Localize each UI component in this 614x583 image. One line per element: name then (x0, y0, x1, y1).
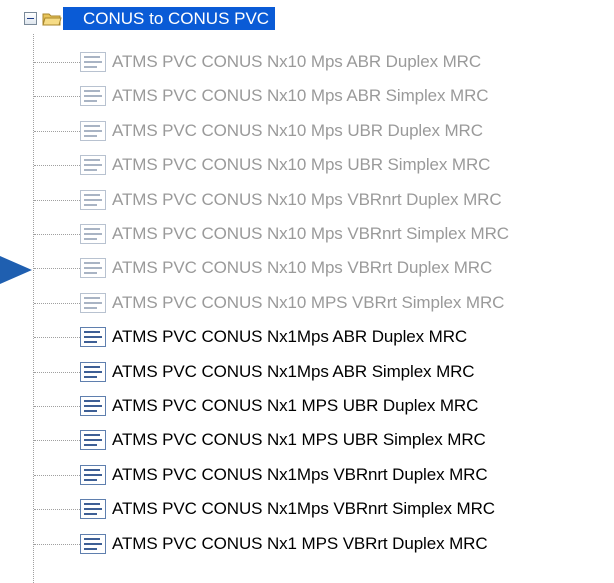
document-list-icon (80, 155, 106, 176)
tree-item-label[interactable]: ATMS PVC CONUS Nx10 MPS VBRrt Simplex MR… (112, 286, 504, 320)
document-list-icon (80, 533, 106, 554)
tree-branch-line (34, 96, 80, 98)
document-list-icon (80, 120, 106, 141)
tree-branch-line (34, 371, 80, 373)
tree-item-label[interactable]: ATMS PVC CONUS Nx1Mps VBRnrt Duplex MRC (112, 458, 488, 492)
tree-item-label[interactable]: ATMS PVC CONUS Nx10 Mps UBR Simplex MRC (112, 148, 490, 182)
tree-item-6[interactable]: ATMS PVC CONUS Nx10 Mps VBRnrt Simplex M… (0, 217, 614, 251)
tree-branch-line (34, 406, 80, 407)
document-list-icon (80, 86, 106, 107)
tree-branch-line (34, 165, 80, 167)
tree-item-label[interactable]: ATMS PVC CONUS Nx10 Mps ABR Duplex MRC (112, 45, 481, 79)
tree-branch-line (34, 509, 80, 511)
tree-branch-line (34, 268, 80, 270)
tree-item-label[interactable]: ATMS PVC CONUS Nx1 MPS UBR Simplex MRC (112, 423, 486, 457)
tree-branch-line (34, 62, 80, 63)
tree-item-13[interactable]: ATMS PVC CONUS Nx1Mps VBRnrt Duplex MRC (0, 458, 614, 492)
tree-branch-line (34, 440, 80, 442)
document-list-icon (80, 327, 106, 348)
document-list-icon (80, 430, 106, 451)
tree-item-2[interactable]: ATMS PVC CONUS Nx10 Mps ABR Simplex MRC (0, 79, 614, 113)
tree-branch-line (34, 234, 80, 235)
tree-item-label[interactable]: ATMS PVC CONUS Nx10 Mps VBRnrt Simplex M… (112, 217, 509, 251)
tree-item-1[interactable]: ATMS PVC CONUS Nx10 Mps ABR Duplex MRC (0, 45, 614, 79)
tree-item-label[interactable]: ATMS PVC CONUS Nx10 Mps VBRrt Duplex MRC (112, 251, 492, 285)
tree-item-label[interactable]: ATMS PVC CONUS Nx10 Mps VBRnrt Duplex MR… (112, 183, 502, 217)
open-folder-icon (42, 13, 62, 26)
tree-item-4[interactable]: ATMS PVC CONUS Nx10 Mps UBR Simplex MRC (0, 148, 614, 182)
tree-item-10[interactable]: ATMS PVC CONUS Nx1Mps ABR Simplex MRC (0, 355, 614, 389)
tree-item-9[interactable]: ATMS PVC CONUS Nx1Mps ABR Duplex MRC (0, 320, 614, 354)
tree-branch-line (34, 337, 80, 339)
document-list-icon (80, 189, 106, 210)
tree-item-15[interactable]: ATMS PVC CONUS Nx1 MPS VBRrt Duplex MRC (0, 527, 614, 561)
tree-node-root[interactable]: CONUS to CONUS PVC (0, 0, 614, 34)
document-list-icon (80, 52, 106, 72)
minus-box-icon[interactable] (24, 12, 37, 25)
tree-item-14[interactable]: ATMS PVC CONUS Nx1Mps VBRnrt Simplex MRC (0, 492, 614, 526)
tree-item-11[interactable]: ATMS PVC CONUS Nx1 MPS UBR Duplex MRC (0, 389, 614, 423)
document-list-icon (80, 292, 106, 313)
tree-item-12[interactable]: ATMS PVC CONUS Nx1 MPS UBR Simplex MRC (0, 423, 614, 457)
tree-item-5[interactable]: ATMS PVC CONUS Nx10 Mps VBRnrt Duplex MR… (0, 183, 614, 217)
document-list-icon (80, 499, 106, 520)
tree-item-label[interactable]: ATMS PVC CONUS Nx1 MPS VBRrt Duplex MRC (112, 527, 488, 561)
document-list-icon (80, 396, 106, 416)
tree-item-8[interactable]: ATMS PVC CONUS Nx10 MPS VBRrt Simplex MR… (0, 286, 614, 320)
document-list-icon (80, 258, 106, 279)
tree-branch-line (34, 130, 80, 132)
tree-node-root-label[interactable]: CONUS to CONUS PVC (63, 7, 276, 30)
tree-item-label[interactable]: ATMS PVC CONUS Nx1Mps ABR Duplex MRC (112, 320, 467, 354)
tree-branch-line (34, 199, 80, 201)
tree-item-7[interactable]: ATMS PVC CONUS Nx10 Mps VBRrt Duplex MRC (0, 251, 614, 285)
tree-item-label[interactable]: ATMS PVC CONUS Nx1Mps VBRnrt Simplex MRC (112, 492, 495, 526)
tree-item-label[interactable]: ATMS PVC CONUS Nx10 Mps UBR Duplex MRC (112, 114, 483, 148)
tree-item-3[interactable]: ATMS PVC CONUS Nx10 Mps UBR Duplex MRC (0, 114, 614, 148)
tree-branch-line (34, 543, 80, 545)
tree-branch-line (34, 302, 80, 304)
document-list-icon (80, 224, 106, 244)
document-list-icon (80, 464, 106, 485)
tree-item-label[interactable]: ATMS PVC CONUS Nx10 Mps ABR Simplex MRC (112, 79, 489, 113)
tree-item-label[interactable]: ATMS PVC CONUS Nx1 MPS UBR Duplex MRC (112, 389, 478, 423)
tree-item-label[interactable]: ATMS PVC CONUS Nx1Mps ABR Simplex MRC (112, 355, 475, 389)
tree-view: CONUS to CONUS PVC ATMS PVC CONUS Nx10 M… (0, 0, 614, 583)
document-list-icon (80, 361, 106, 382)
tree-branch-line (34, 474, 80, 476)
